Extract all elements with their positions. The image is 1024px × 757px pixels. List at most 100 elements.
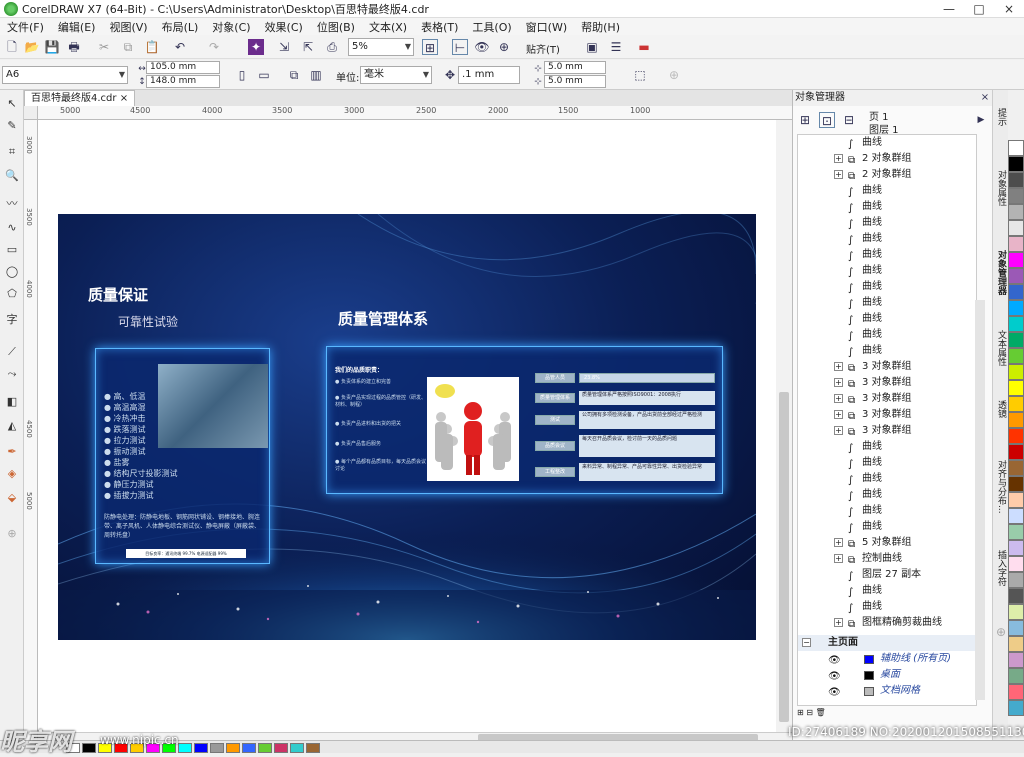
treat-as-filled-icon[interactable]: ⬚ [632, 67, 648, 83]
current-page-icon[interactable]: ▥ [308, 67, 324, 83]
connector-tool-icon[interactable]: ⤳ [4, 366, 20, 382]
polygon-tool-icon[interactable]: ⬠ [4, 286, 20, 302]
interactive-fill-icon[interactable]: ◈ [4, 466, 20, 482]
document-palette-swatch[interactable] [290, 743, 304, 753]
palette-swatch[interactable] [1008, 588, 1024, 604]
customize-toolbox-icon[interactable]: ⊕ [4, 526, 20, 542]
docker-tab-hints[interactable]: 提示 [995, 108, 1008, 126]
close-button[interactable]: × [994, 0, 1024, 18]
object-tree-row[interactable]: ∫ 图层 27 副本 [798, 567, 976, 583]
palette-swatch[interactable] [1008, 652, 1024, 668]
object-tree-row[interactable]: ∫ 曲线 [798, 247, 976, 263]
publish-pdf-icon[interactable]: ⎙ [324, 39, 340, 55]
menu-view[interactable]: 视图(V) [102, 19, 154, 35]
object-tree-row[interactable]: ∫ 曲线 [798, 455, 976, 471]
palette-swatch[interactable] [1008, 300, 1024, 316]
palette-swatch[interactable] [1008, 572, 1024, 588]
design-artwork[interactable]: 质量保证 可靠性试验 质量管理体系 ● 高、低温 ● 高温高湿 ● 冷热冲击 ●… [58, 214, 756, 640]
palette-swatch[interactable] [1008, 284, 1024, 300]
shape-tool-icon[interactable]: ✎ [4, 118, 20, 134]
undo-icon[interactable]: ↶ [172, 39, 188, 55]
object-tree-row[interactable]: + ⧉ 3 对象群组 [798, 407, 976, 423]
transparency-tool-icon[interactable]: ◭ [4, 418, 20, 434]
object-tree-row[interactable]: ∫ 曲线 [798, 231, 976, 247]
object-tree-row[interactable]: ∫ 曲线 [798, 279, 976, 295]
units-select[interactable]: 毫米 ▼ [360, 66, 432, 84]
palette-swatch[interactable] [1008, 524, 1024, 540]
object-tree-row[interactable]: ∫ 曲线 [798, 199, 976, 215]
object-tree-row[interactable]: ∫ 曲线 [798, 183, 976, 199]
paste-icon[interactable]: 📋 [144, 39, 160, 55]
palette-swatch[interactable] [1008, 476, 1024, 492]
palette-swatch[interactable] [1008, 460, 1024, 476]
pick-tool-icon[interactable]: ↖ [4, 96, 20, 112]
grid-icon[interactable]: ⊕ [496, 39, 512, 55]
master-layer-row[interactable]: 👁 辅助线 (所有页) [798, 651, 976, 667]
palette-swatch[interactable] [1008, 684, 1024, 700]
vertical-scrollbar[interactable] [776, 120, 792, 732]
document-palette-swatch[interactable] [242, 743, 256, 753]
menu-window[interactable]: 窗口(W) [519, 19, 574, 35]
cut-icon[interactable]: ✂ [96, 39, 112, 55]
object-tree-row[interactable]: ∫ 曲线 [798, 343, 976, 359]
all-pages-icon[interactable]: ⧉ [286, 67, 302, 83]
expand-icon[interactable]: + [834, 538, 843, 547]
page-size-select[interactable]: A6 ▼ [2, 66, 128, 84]
ruler-origin[interactable] [24, 106, 38, 120]
close-icon[interactable]: × [977, 90, 993, 106]
horizontal-ruler[interactable]: 5000 4500 4000 3500 3000 2500 2000 1500 … [38, 106, 792, 120]
palette-swatch[interactable] [1008, 540, 1024, 556]
object-tree-row[interactable]: + ⧉ 3 对象群组 [798, 391, 976, 407]
launcher-dropdown-icon[interactable]: ▬ [636, 39, 652, 55]
menu-object[interactable]: 对象(C) [205, 19, 257, 35]
open-icon[interactable]: 📂 [24, 39, 40, 55]
object-tree-row[interactable]: ∫ 曲线 [798, 519, 976, 535]
nudge-distance-field[interactable]: .1 mm [458, 66, 520, 84]
docker-tab-insert-character[interactable]: 插入字符 [995, 550, 1008, 586]
snap-to-menu[interactable]: 贴齐(T) [526, 41, 560, 56]
palette-swatch[interactable] [1008, 444, 1024, 460]
palette-swatch[interactable] [1008, 268, 1024, 284]
document-palette-swatch[interactable] [226, 743, 240, 753]
zoom-level-field[interactable]: 5% ▼ [348, 38, 414, 56]
master-layer-row[interactable]: 👁 文档网格 [798, 683, 976, 699]
expand-icon[interactable]: + [834, 378, 843, 387]
view-mode-icon[interactable]: 👁 [474, 39, 490, 55]
palette-swatch[interactable] [1008, 188, 1024, 204]
application-launcher-icon[interactable]: ☰ [608, 39, 624, 55]
palette-swatch[interactable] [1008, 556, 1024, 572]
object-tree-row[interactable]: ∫ 曲线 [798, 439, 976, 455]
docker-tab-object-properties[interactable]: 对象属性 [995, 170, 1008, 206]
object-tree-row[interactable]: + ⧉ 3 对象群组 [798, 423, 976, 439]
smart-fill-icon[interactable]: ⬙ [4, 490, 20, 506]
eyedropper-tool-icon[interactable]: ✒ [4, 444, 20, 460]
object-tree-row[interactable]: ∫ 曲线 [798, 135, 976, 151]
expand-icon[interactable]: + [834, 394, 843, 403]
object-tree-row[interactable]: ∫ 曲线 [798, 311, 976, 327]
landscape-icon[interactable]: ▭ [256, 67, 272, 83]
expand-icon[interactable]: + [834, 362, 843, 371]
print-icon[interactable]: 🖶 [66, 39, 82, 55]
layer-manager-view-icon[interactable]: ⊟ [841, 112, 857, 128]
document-palette-swatch[interactable] [258, 743, 272, 753]
page-height-field[interactable]: 148.0 mm [146, 75, 220, 88]
palette-swatch[interactable] [1008, 172, 1024, 188]
menu-table[interactable]: 表格(T) [414, 19, 465, 35]
panel-menu-icon[interactable]: ▶ [973, 112, 989, 128]
zoom-tool-icon[interactable]: 🔍 [4, 168, 20, 184]
palette-swatch[interactable] [1008, 396, 1024, 412]
expand-icon[interactable]: + [834, 154, 843, 163]
maximize-button[interactable]: □ [964, 0, 994, 18]
palette-swatch[interactable] [1008, 204, 1024, 220]
page-width-field[interactable]: 105.0 mm [146, 61, 220, 74]
menu-edit[interactable]: 编辑(E) [51, 19, 103, 35]
palette-swatch[interactable] [1008, 140, 1024, 156]
full-screen-icon[interactable]: ⊞ [422, 39, 438, 55]
expand-icon[interactable]: + [834, 618, 843, 627]
palette-swatch[interactable] [1008, 428, 1024, 444]
docker-tab-text-properties[interactable]: 文本属性 [995, 330, 1008, 366]
object-tree-row[interactable]: + ⧉ 图框精确剪裁曲线 [798, 615, 976, 631]
object-tree-row[interactable]: + ⧉ 3 对象群组 [798, 359, 976, 375]
palette-swatch[interactable] [1008, 412, 1024, 428]
palette-swatch[interactable] [1008, 156, 1024, 172]
